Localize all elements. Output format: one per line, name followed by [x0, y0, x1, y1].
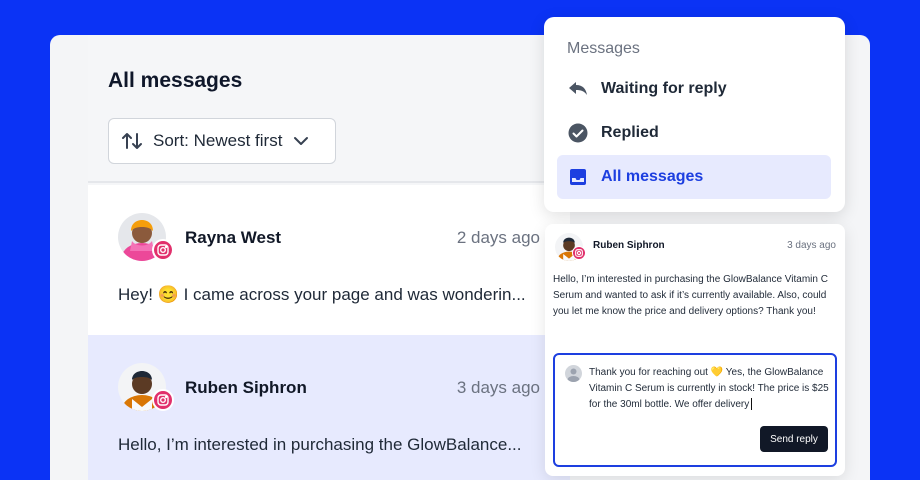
reply-draft-content: Thank you for reaching out 💛 Yes, the Gl…	[589, 367, 829, 410]
inbox-icon	[570, 169, 586, 185]
chevron-down-icon	[294, 137, 309, 145]
reply-arrow-icon	[569, 82, 587, 95]
message-body: Hello, I’m interested in purchasing the …	[553, 274, 828, 317]
timestamp: 2 days ago	[456, 228, 540, 247]
contact-name: Rayna West	[185, 228, 282, 247]
sort-icon	[122, 133, 142, 149]
text-caret	[751, 398, 753, 411]
message-snippet: Hey! 😊 I came across your page and was w…	[118, 285, 526, 304]
list-item[interactable]: Ruben Siphron 3 days ago Hello, I’m inte…	[88, 335, 570, 480]
instagram-icon	[152, 239, 174, 261]
menu-title: Messages	[567, 40, 640, 57]
send-reply-button[interactable]: Send reply	[760, 426, 828, 452]
user-avatar-icon	[565, 365, 582, 382]
menu-item-replied[interactable]: Replied	[557, 111, 831, 155]
menu-item-waiting-for-reply[interactable]: Waiting for reply	[557, 67, 831, 111]
reply-input[interactable]: Thank you for reaching out 💛 Yes, the Gl…	[553, 353, 837, 467]
sort-dropdown[interactable]: Sort: Newest first	[108, 118, 336, 164]
check-circle-icon	[568, 123, 588, 143]
contact-name: Ruben Siphron	[593, 240, 665, 251]
contact-name: Ruben Siphron	[185, 378, 307, 397]
list-item[interactable]: Rayna West 2 days ago Hey! 😊 I came acro…	[88, 185, 570, 335]
timestamp: 3 days ago	[456, 378, 540, 397]
menu-item-all-messages[interactable]: All messages	[557, 155, 831, 199]
message-list-panel: All messages Sort: Newest first Rayna We…	[88, 35, 570, 480]
timestamp: 3 days ago	[787, 240, 836, 251]
menu-item-label: Waiting for reply	[601, 80, 727, 97]
sort-label: Sort: Newest first	[153, 131, 283, 150]
instagram-icon	[572, 246, 586, 260]
menu-item-label: Replied	[601, 124, 659, 141]
messages-filter-menu: Messages Waiting for reply Replied All m…	[544, 17, 845, 212]
instagram-icon	[152, 389, 174, 411]
page-title: All messages	[108, 69, 243, 92]
list-header: All messages Sort: Newest first	[88, 35, 570, 183]
menu-item-label: All messages	[601, 168, 704, 185]
message-snippet: Hello, I’m interested in purchasing the …	[118, 435, 522, 454]
conversation-detail-panel: Ruben Siphron 3 days ago Hello, I’m inte…	[545, 224, 845, 476]
reply-draft-text: Thank you for reaching out 💛 Yes, the Gl…	[589, 365, 833, 413]
